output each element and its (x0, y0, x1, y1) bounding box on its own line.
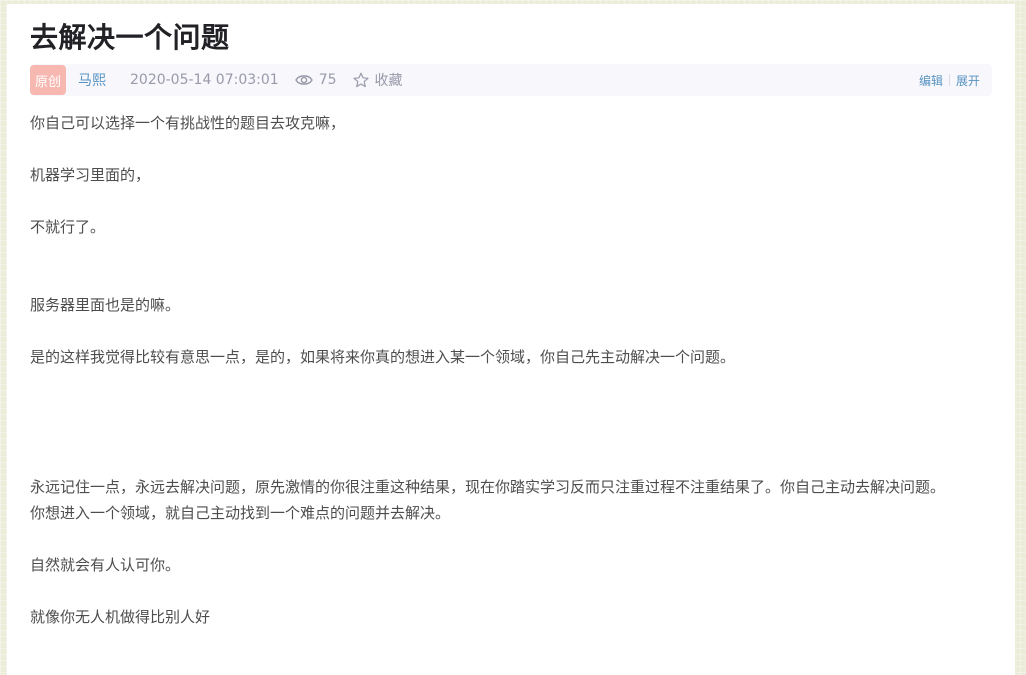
paragraph: 你自己可以选择一个有挑战性的题目去攻克嘛， (30, 114, 346, 132)
article-card: 去解决一个问题 原创 马熙 2020-05-14 07:03:01 75 收藏 … (7, 4, 1015, 675)
publish-time: 2020-05-14 07:03:01 (130, 72, 279, 88)
star-icon (352, 72, 369, 88)
paragraph: 自然就会有人认可你。 (30, 556, 181, 574)
article-meta-bar: 原创 马熙 2020-05-14 07:03:01 75 收藏 编辑 展开 (30, 64, 992, 96)
meta-actions: 编辑 展开 (919, 64, 980, 96)
view-count: 75 (294, 72, 337, 88)
collect-label: 收藏 (374, 73, 403, 89)
collect-button[interactable]: 收藏 (352, 70, 403, 90)
view-count-value: 75 (318, 72, 337, 88)
paragraph: 服务器里面也是的嘛。 (30, 296, 181, 314)
edit-link[interactable]: 编辑 (919, 72, 943, 89)
eye-icon (294, 75, 313, 85)
article-content: 你自己可以选择一个有挑战性的题目去攻克嘛， 机器学习里面的， 不就行了。 服务器… (30, 110, 985, 630)
original-badge: 原创 (30, 65, 66, 95)
author-link[interactable]: 马熙 (78, 70, 106, 90)
article-title: 去解决一个问题 (30, 21, 230, 54)
expand-link[interactable]: 展开 (956, 72, 980, 89)
action-divider (948, 74, 950, 86)
paragraph: 永远记住一点，永远去解决问题，原先激情的你很注重这种结果，现在你踏实学习反而只注… (30, 478, 946, 496)
paragraph: 不就行了。 (30, 218, 106, 236)
paragraph: 是的这样我觉得比较有意思一点，是的，如果将来你真的想进入某一个领域，你自己先主动… (30, 348, 736, 366)
paragraph: 你想进入一个领域，就自己主动找到一个难点的问题并去解决。 (30, 504, 451, 522)
paragraph: 机器学习里面的， (30, 166, 151, 184)
paragraph: 就像你无人机做得比别人好 (30, 608, 211, 626)
